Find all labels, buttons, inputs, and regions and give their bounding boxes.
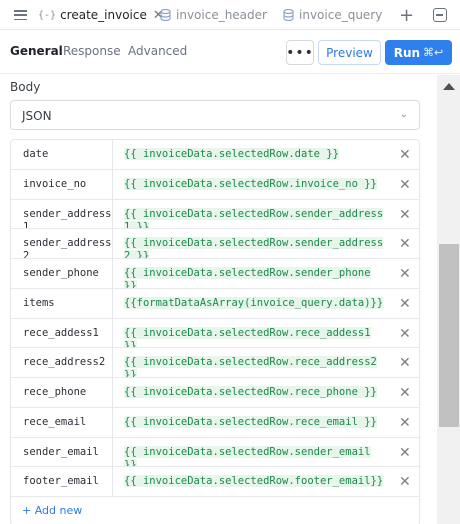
param-row: sender_address1 {{ invoiceData.selectedRo… [11, 199, 419, 230]
tab-invoice-query[interactable]: invoice_query [283, 0, 382, 30]
param-value-input[interactable]: {{ invoiceData.selectedRow.rece_email }} [114, 408, 389, 437]
param-value-text: {{ invoiceData.selectedRow.sender_addres… [124, 237, 384, 258]
remove-row-icon[interactable]: ✕ [399, 415, 411, 431]
run-shortcut: ⌘↩ [423, 46, 444, 59]
param-value-text: {{ invoiceData.selectedRow.sender_phone … [124, 267, 371, 288]
param-value-text: {{ invoiceData.selectedRow.rece_email }} [124, 415, 377, 428]
param-row: items {{formatDataAsArray(invoice_query.d… [11, 288, 419, 319]
tab-label: create_invoice [60, 8, 147, 22]
param-row: rece_address2 {{ invoiceData.selectedRow.… [11, 348, 419, 378]
param-key-input[interactable]: sender_address1 [11, 199, 113, 229]
remove-row-icon[interactable]: ✕ [399, 326, 411, 342]
param-key-input[interactable]: rece_address2 [11, 348, 113, 377]
scrollbar-thumb[interactable] [439, 244, 459, 427]
remove-row-icon[interactable]: ✕ [399, 445, 411, 461]
param-key-input[interactable]: sender_address2 [11, 229, 113, 258]
script-icon: {-} [38, 9, 57, 21]
run-button[interactable]: Run ⌘↩ [385, 40, 452, 65]
param-key-input[interactable]: rece_addess1 [11, 318, 113, 348]
preview-button[interactable]: Preview [318, 40, 381, 65]
param-row: rece_phone {{ invoiceData.selectedRow.rec… [11, 378, 419, 408]
remove-row-icon[interactable]: ✕ [399, 266, 411, 282]
body-label: Body [10, 80, 41, 94]
scroll-up-arrow-icon[interactable] [443, 83, 455, 90]
remove-row-icon[interactable]: ✕ [399, 147, 411, 163]
tab-create-invoice[interactable]: {-} create_invoice ✕ [38, 0, 164, 30]
param-value-input[interactable]: {{formatDataAsArray(invoice_query.data)}… [114, 289, 389, 318]
param-value-text: {{ invoiceData.selectedRow.rece_addess1 … [124, 326, 371, 348]
tab-bar: {-} create_invoice ✕ invoice_header invo… [0, 0, 460, 30]
param-key-input[interactable]: invoice_no [11, 169, 113, 199]
param-key-input[interactable]: sender_phone [11, 259, 113, 288]
tab-advanced[interactable]: Advanced [128, 44, 187, 58]
param-value-text: {{formatDataAsArray(invoice_query.data)}… [124, 296, 384, 309]
remove-row-icon[interactable]: ✕ [399, 207, 411, 223]
param-key-input[interactable]: sender_email [11, 437, 113, 467]
collapse-panel-icon[interactable] [433, 8, 447, 22]
param-value-input[interactable]: {{ invoiceData.selectedRow.sender_phone … [114, 259, 389, 288]
param-value-input[interactable]: {{ invoiceData.selectedRow.invoice_no }} [114, 170, 389, 199]
param-key-input[interactable]: date [11, 140, 113, 169]
param-key-input[interactable]: rece_email [11, 407, 113, 437]
param-value-input[interactable]: {{ invoiceData.selectedRow.rece_phone }} [114, 378, 389, 407]
param-value-text: {{ invoiceData.selectedRow.rece_address2… [124, 356, 377, 377]
param-row: rece_email {{ invoiceData.selectedRow.rec… [11, 407, 419, 438]
body-type-select[interactable]: JSON ⌄ [10, 100, 420, 130]
run-label: Run [393, 45, 421, 60]
remove-row-icon[interactable]: ✕ [399, 177, 411, 193]
param-key-input[interactable]: footer_email [11, 467, 113, 496]
tab-general[interactable]: General [10, 44, 63, 58]
param-row: footer_email {{ invoiceData.selectedRow.f… [11, 467, 419, 497]
param-value-text: {{ invoiceData.selectedRow.sender_addres… [124, 207, 384, 229]
remove-row-icon[interactable]: ✕ [399, 385, 411, 401]
param-value-input[interactable]: {{ invoiceData.selectedRow.date }} [114, 140, 389, 169]
tab-label: invoice_header [176, 8, 267, 22]
param-value-input[interactable]: {{ invoiceData.selectedRow.sender_addres… [114, 229, 389, 258]
param-value-input[interactable]: {{ invoiceData.selectedRow.rece_address2… [114, 348, 389, 377]
param-value-text: {{ invoiceData.selectedRow.sender_email … [124, 445, 371, 467]
tab-invoice-header[interactable]: invoice_header [160, 0, 267, 30]
remove-row-icon[interactable]: ✕ [399, 296, 411, 312]
body-type-value: JSON [22, 109, 52, 123]
param-row: invoice_no {{ invoiceData.selectedRow.inv… [11, 169, 419, 200]
param-key-input[interactable]: items [11, 288, 113, 318]
database-icon [283, 9, 294, 21]
param-value-input[interactable]: {{ invoiceData.selectedRow.rece_addess1 … [114, 319, 389, 348]
more-options-button[interactable]: ••• [286, 40, 314, 65]
remove-row-icon[interactable]: ✕ [399, 355, 411, 371]
add-new-button[interactable]: + Add new [11, 497, 419, 524]
param-value-text: {{ invoiceData.selectedRow.date }} [124, 148, 339, 160]
param-key-input[interactable]: rece_phone [11, 378, 113, 407]
body-params-table: date{{ invoiceData.selectedRow.date }} ✕ i… [10, 139, 420, 524]
param-row: sender_email {{ invoiceData.selectedRow.s… [11, 437, 419, 468]
database-icon [160, 9, 171, 21]
param-value-input[interactable]: {{ invoiceData.selectedRow.sender_addres… [114, 200, 389, 229]
tab-label: invoice_query [299, 8, 383, 22]
param-row: rece_addess1 {{ invoiceData.selectedRow.r… [11, 318, 419, 349]
param-value-text: {{ invoiceData.selectedRow.footer_email}… [124, 475, 384, 488]
param-row: date {{ invoiceData.selectedRow.date }} ✕ [11, 140, 419, 170]
chevron-down-icon: ⌄ [399, 109, 408, 120]
param-value-input[interactable]: {{ invoiceData.selectedRow.sender_email … [114, 438, 389, 467]
param-row: sender_phone {{ invoiceData.selectedRow.s… [11, 259, 419, 289]
add-tab-icon[interactable]: + [399, 5, 414, 26]
remove-row-icon[interactable]: ✕ [399, 236, 411, 252]
param-value-text: {{ invoiceData.selectedRow.rece_phone }} [124, 386, 377, 398]
tab-response[interactable]: Response [63, 44, 121, 58]
remove-row-icon[interactable]: ✕ [399, 474, 411, 490]
param-value-text: {{ invoiceData.selectedRow.invoice_no }} [124, 177, 377, 190]
param-row: sender_address2 {{ invoiceData.selectedRo… [11, 229, 419, 259]
param-value-input[interactable]: {{ invoiceData.selectedRow.footer_email}… [114, 467, 389, 496]
menu-icon[interactable] [14, 10, 27, 21]
